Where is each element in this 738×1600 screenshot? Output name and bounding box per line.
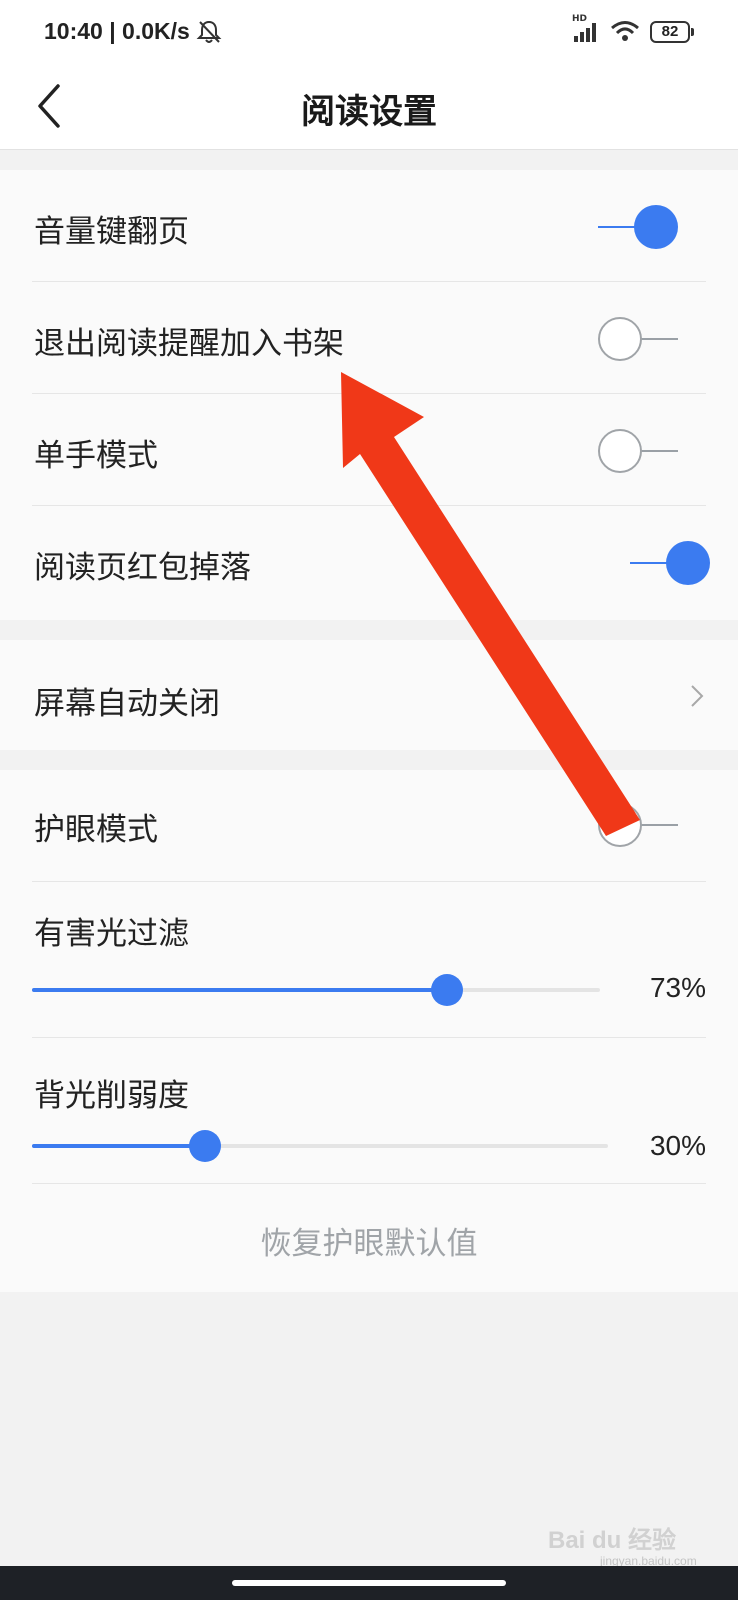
toggle-track [638,338,678,340]
page-title: 阅读设置 [301,92,437,132]
toggle-track [598,226,638,228]
battery-icon: 82 [650,21,694,43]
setting-label: 阅读页红包掉落 [34,550,251,586]
signal-icon [574,23,596,42]
slider-value: 30% [649,1130,706,1161]
slider-thumb[interactable] [430,974,463,1006]
status-time: 10:40 | 0.0K/s [44,18,190,44]
setting-row-screen-auto-off[interactable]: 屏幕自动关闭 [32,640,738,750]
volume-key-page-toggle[interactable] [598,204,678,250]
setting-label: 屏幕自动关闭 [34,686,220,722]
setting-label: 背光削弱度 [34,1078,189,1114]
setting-row-red-packet-drop[interactable]: 阅读页红包掉落 [32,506,738,618]
setting-row-backlight-reduction: 背光削弱度 30% [32,1038,706,1184]
toggle-track [630,562,670,564]
toggle-track [638,450,678,452]
toggle-knob [598,803,642,847]
wifi-icon [611,21,639,41]
system-nav-bar [0,1566,738,1600]
toggle-knob [598,429,642,473]
setting-label: 退出阅读提醒加入书架 [34,326,344,362]
setting-row-one-hand-mode[interactable]: 单手模式 [32,394,706,506]
eye-mode-toggle[interactable] [598,802,678,848]
toggle-knob [598,317,642,361]
setting-row-eye-mode[interactable]: 护眼模式 [32,770,706,882]
settings-group-screen: 屏幕自动关闭 [0,640,738,750]
app-header: 阅读设置 [0,62,738,150]
watermark-logo: Bai du 经验 [548,1527,677,1554]
setting-label: 单手模式 [34,438,158,474]
toggle-track [638,824,678,826]
blue-light-filter-slider[interactable] [32,974,600,1006]
setting-row-exit-bookshelf-reminder[interactable]: 退出阅读提醒加入书架 [32,282,706,394]
setting-label: 音量键翻页 [34,214,189,250]
bell-off-icon [196,20,222,43]
setting-label: 护眼模式 [34,812,158,848]
settings-group-reading: 音量键翻页 退出阅读提醒加入书架 单手模式 阅读页红包掉落 [0,170,738,620]
home-gesture-handle[interactable] [232,1580,506,1586]
toggle-knob [666,541,710,585]
one-hand-mode-toggle[interactable] [598,428,678,474]
slider-fill [32,988,447,992]
setting-row-blue-light-filter: 有害光过滤 73% [32,882,706,1038]
slider-fill [32,1144,205,1148]
toggle-knob [634,205,678,249]
reset-eye-care-button[interactable]: 恢复护眼默认值 [0,1218,738,1263]
setting-row-volume-key-page[interactable]: 音量键翻页 [32,170,706,282]
chevron-right-icon[interactable] [690,684,704,708]
slider-value: 73% [649,972,706,1003]
exit-bookshelf-reminder-toggle[interactable] [598,316,678,362]
red-packet-drop-toggle[interactable] [630,540,710,586]
slider-thumb[interactable] [188,1130,221,1162]
status-bar: 10:40 | 0.0K/s HD 82 [0,0,738,62]
settings-group-eye-care: 护眼模式 有害光过滤 73% 背光削弱度 30% 恢复护眼默认值 [0,770,738,1292]
setting-label: 有害光过滤 [34,916,189,952]
backlight-reduction-slider[interactable] [32,1130,608,1162]
